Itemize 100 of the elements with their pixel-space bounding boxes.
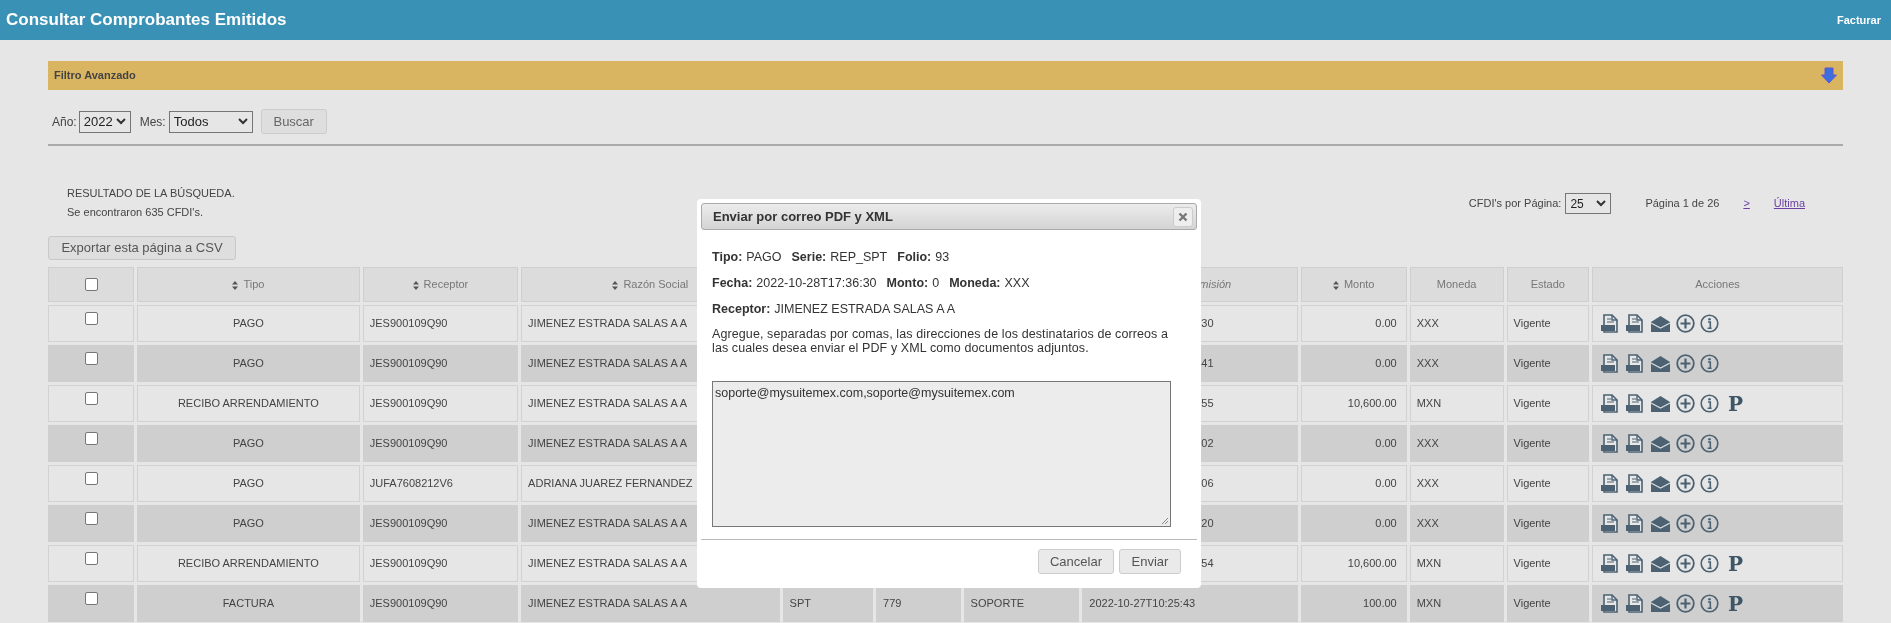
last-page-link[interactable]: Última <box>1773 195 1805 212</box>
xml-file-icon[interactable] <box>1600 433 1620 454</box>
checkbox[interactable] <box>84 592 98 605</box>
resize-handle-icon[interactable] <box>1161 517 1169 525</box>
envelope-icon[interactable] <box>1650 314 1671 333</box>
table-cell: 20 <box>1201 517 1214 530</box>
info-circle-icon[interactable] <box>1700 554 1719 573</box>
table-cell: JIMENEZ ESTRADA SALAS A A <box>528 437 688 450</box>
info-circle-icon[interactable] <box>1700 434 1719 453</box>
results-title: RESULTADO DE LA BÚSQUEDA. <box>67 186 235 201</box>
checkbox[interactable] <box>84 552 98 565</box>
dialog-button[interactable]: Enviar <box>1119 549 1181 574</box>
plus-circle-icon[interactable] <box>1676 554 1695 573</box>
table-cell: PAGO <box>232 517 264 530</box>
month-select[interactable]: Todos <box>168 110 253 133</box>
per-page-label: CFDI's por Página: <box>1468 196 1562 212</box>
close-button[interactable] <box>1173 206 1193 227</box>
year-label: Año: <box>52 113 77 131</box>
envelope-icon[interactable] <box>1650 594 1671 613</box>
checkbox[interactable] <box>84 512 98 525</box>
column-header[interactable]: Monto <box>1300 267 1407 302</box>
plus-circle-icon[interactable] <box>1676 394 1695 413</box>
table-cell: Vigente <box>1513 597 1551 610</box>
table-cell: 100.00 <box>1363 597 1397 610</box>
info-circle-icon[interactable] <box>1700 394 1719 413</box>
xml-file-icon[interactable] <box>1600 513 1620 534</box>
pdf-file-icon[interactable] <box>1625 313 1645 334</box>
dialog-button[interactable]: Cancelar <box>1038 549 1114 574</box>
table-cell: Vigente <box>1513 397 1551 410</box>
payment-link[interactable]: P <box>1728 553 1744 574</box>
xml-file-icon[interactable] <box>1600 313 1620 334</box>
pdf-file-icon[interactable] <box>1625 393 1645 414</box>
table-cell: 02 <box>1201 437 1214 450</box>
field-value: 93 <box>935 248 950 266</box>
column-header: Estado <box>1506 267 1589 302</box>
pdf-file-icon[interactable] <box>1625 433 1645 454</box>
xml-file-icon[interactable] <box>1600 353 1620 374</box>
info-circle-icon[interactable] <box>1700 594 1719 613</box>
checkbox[interactable] <box>84 472 98 485</box>
envelope-icon[interactable] <box>1650 434 1671 453</box>
payment-link[interactable]: P <box>1728 393 1744 414</box>
checkbox[interactable] <box>84 432 98 445</box>
table-cell: 10,600.00 <box>1347 557 1397 570</box>
emails-textarea[interactable]: soporte@mysuitemex.com,soporte@mysuitemex.com <box>712 381 1171 527</box>
instructions-text: Agregue, separadas por comas, las direcciones de los destinatarios de correos a las cuales desea enviar el PDF y XML como documentos adjuntos. <box>712 327 1170 355</box>
envelope-icon[interactable] <box>1650 514 1671 533</box>
pdf-file-icon[interactable] <box>1625 593 1645 614</box>
facturar-link[interactable]: Facturar <box>1836 11 1881 29</box>
envelope-icon[interactable] <box>1650 554 1671 573</box>
year-select[interactable]: 2022 <box>78 110 131 133</box>
envelope-icon[interactable] <box>1650 354 1671 373</box>
info-circle-icon[interactable] <box>1700 354 1719 373</box>
plus-circle-icon[interactable] <box>1676 354 1695 373</box>
table-cell: XXX <box>1416 517 1439 530</box>
plus-circle-icon[interactable] <box>1676 594 1695 613</box>
checkbox[interactable] <box>84 312 98 325</box>
pdf-file-icon[interactable] <box>1625 513 1645 534</box>
info-circle-icon[interactable] <box>1700 514 1719 533</box>
plus-circle-icon[interactable] <box>1676 314 1695 333</box>
plus-circle-icon[interactable] <box>1676 514 1695 533</box>
xml-file-icon[interactable] <box>1600 593 1620 614</box>
info-circle-icon[interactable] <box>1700 314 1719 333</box>
table-cell: MXN <box>1416 397 1442 410</box>
table-cell: JES900109Q90 <box>369 357 448 370</box>
table-cell: PAGO <box>232 357 264 370</box>
field-value: JIMENEZ ESTRADA SALAS A A <box>774 300 955 318</box>
field-label: Fecha: <box>712 274 753 292</box>
checkbox[interactable] <box>84 392 98 405</box>
search-button[interactable]: Buscar <box>260 109 327 134</box>
xml-file-icon[interactable] <box>1600 393 1620 414</box>
plus-circle-icon[interactable] <box>1676 474 1695 493</box>
payment-link[interactable]: P <box>1728 593 1744 614</box>
export-csv-button[interactable]: Exportar esta página a CSV <box>48 236 236 260</box>
pdf-file-icon[interactable] <box>1625 473 1645 494</box>
next-page-link[interactable]: > <box>1743 195 1750 212</box>
per-page-select[interactable]: 25 <box>1565 193 1612 214</box>
envelope-icon[interactable] <box>1650 474 1671 493</box>
xml-file-icon[interactable] <box>1600 553 1620 574</box>
xml-file-icon[interactable] <box>1600 473 1620 494</box>
table-cell: JUFA7608212V6 <box>369 477 453 490</box>
checkbox[interactable] <box>84 352 98 365</box>
column-header: Moneda <box>1409 267 1504 302</box>
checkbox[interactable] <box>84 278 98 291</box>
chevron-down-icon <box>115 118 126 125</box>
column-header[interactable]: Tipo <box>137 267 360 302</box>
table-cell: JES900109Q90 <box>369 557 448 570</box>
chevron-down-icon <box>237 118 248 125</box>
filter-bar[interactable]: Filtro Avanzado <box>48 61 1843 90</box>
arrow-down-icon[interactable] <box>1821 67 1837 84</box>
pdf-file-icon[interactable] <box>1625 553 1645 574</box>
column-header[interactable]: Receptor <box>362 267 519 302</box>
column-header: Acciones <box>1592 267 1843 302</box>
info-circle-icon[interactable] <box>1700 474 1719 493</box>
envelope-icon[interactable] <box>1650 394 1671 413</box>
month-label: Mes: <box>139 113 166 131</box>
table-cell: 0.00 <box>1375 317 1397 330</box>
plus-circle-icon[interactable] <box>1676 434 1695 453</box>
pdf-file-icon[interactable] <box>1625 353 1645 374</box>
table-cell: FACTURA <box>222 597 275 610</box>
table-cell: JIMENEZ ESTRADA SALAS A A <box>528 517 688 530</box>
